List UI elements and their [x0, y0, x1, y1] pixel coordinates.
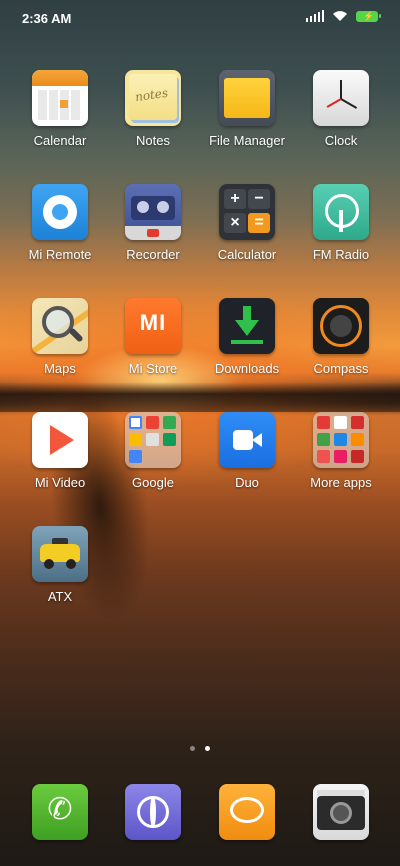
app-mi-remote[interactable]: Mi Remote: [13, 184, 107, 262]
camera-icon: [313, 784, 369, 840]
app-label: Downloads: [214, 361, 280, 376]
download-icon: [219, 298, 275, 354]
app-label: Maps: [44, 361, 76, 376]
clock-icon: [313, 70, 369, 126]
dock-camera[interactable]: [313, 784, 369, 840]
video-call-icon: [219, 412, 275, 468]
app-file-manager[interactable]: File Manager: [200, 70, 294, 148]
folder-more-apps[interactable]: More apps: [294, 412, 388, 490]
app-label: More apps: [310, 475, 372, 490]
app-recorder[interactable]: Recorder: [106, 184, 200, 262]
page-dot-active[interactable]: [205, 746, 210, 751]
dock-browser[interactable]: [125, 784, 181, 840]
folder-icon: [219, 70, 275, 126]
app-label: Mi Video: [34, 475, 86, 490]
cassette-icon: [125, 184, 181, 240]
remote-icon: [32, 184, 88, 240]
app-label: Calculator: [217, 247, 277, 262]
play-icon: [32, 412, 88, 468]
app-label: Compass: [313, 361, 369, 376]
app-label: Recorder: [126, 247, 180, 262]
app-clock[interactable]: Clock: [294, 70, 388, 148]
taxi-icon: [32, 526, 88, 582]
app-label: Mi Remote: [28, 247, 92, 262]
app-mi-store[interactable]: MI Mi Store: [106, 298, 200, 376]
dock-phone[interactable]: ✆: [32, 784, 88, 840]
status-icons: ⚡: [305, 10, 381, 22]
app-label: File Manager: [209, 133, 285, 148]
app-folder-icon: [125, 412, 181, 468]
signal-icon: [305, 10, 324, 22]
app-mi-video[interactable]: Mi Video: [13, 412, 107, 490]
app-label: Duo: [235, 475, 259, 490]
app-atx[interactable]: ATX: [13, 526, 107, 604]
app-fm-radio[interactable]: FM Radio: [294, 184, 388, 262]
app-notes[interactable]: notes Notes: [106, 70, 200, 148]
app-calendar[interactable]: Calendar: [13, 70, 107, 148]
app-label: Mi Store: [128, 361, 178, 376]
status-time: 2:36 AM: [22, 11, 72, 26]
maps-icon: [32, 298, 88, 354]
compass-icon: [313, 298, 369, 354]
page-indicator: [0, 746, 400, 751]
app-calculator[interactable]: + − × = Calculator: [200, 184, 294, 262]
app-compass[interactable]: Compass: [294, 298, 388, 376]
wifi-icon: [333, 11, 347, 21]
mi-store-icon: MI: [125, 298, 181, 354]
app-label: FM Radio: [312, 247, 370, 262]
app-downloads[interactable]: Downloads: [200, 298, 294, 376]
phone-icon: ✆: [32, 784, 88, 840]
browser-icon: [125, 784, 181, 840]
messaging-icon: [219, 784, 275, 840]
calendar-icon: [32, 70, 88, 126]
app-label: ATX: [47, 589, 73, 604]
page-dot[interactable]: [190, 746, 195, 751]
app-label: Google: [132, 475, 174, 490]
app-duo[interactable]: Duo: [200, 412, 294, 490]
folder-google[interactable]: Google: [106, 412, 200, 490]
radio-icon: [313, 184, 369, 240]
app-label: Calendar: [33, 133, 87, 148]
app-label: Clock: [324, 133, 358, 148]
app-maps[interactable]: Maps: [13, 298, 107, 376]
notes-icon: notes: [125, 70, 181, 126]
status-bar: 2:36 AM ⚡: [0, 0, 400, 36]
app-label: Notes: [136, 133, 170, 148]
battery-icon: ⚡: [356, 10, 381, 22]
app-folder-icon: [313, 412, 369, 468]
dock-messaging[interactable]: [219, 784, 275, 840]
calculator-icon: + − × =: [219, 184, 275, 240]
